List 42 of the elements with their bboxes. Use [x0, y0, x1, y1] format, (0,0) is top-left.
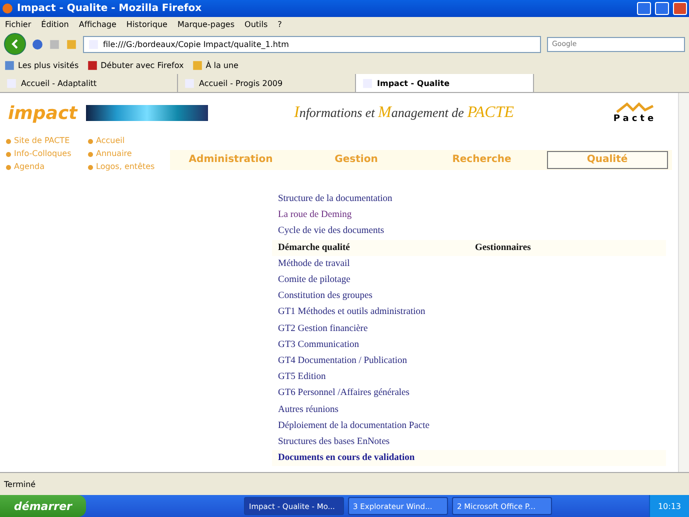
page-link[interactable]: Comite de pilotage: [272, 275, 350, 286]
start-button[interactable]: démarrer: [0, 495, 86, 517]
menu-item[interactable]: Historique: [126, 20, 168, 28]
page-link[interactable]: Autres réunions: [272, 404, 338, 415]
page-link[interactable]: GT3 Communication: [272, 340, 360, 350]
site-logo: impact: [8, 102, 79, 124]
section-heading: Documents en cours de validation: [277, 453, 416, 464]
bookmark-link[interactable]: À la une: [192, 60, 238, 71]
page-link[interactable]: Déploiement de la documentation Pacte: [272, 420, 430, 431]
menu-item[interactable]: ?: [278, 20, 282, 28]
bookmark-link[interactable]: Les plus visités: [4, 60, 79, 71]
scrollbar[interactable]: [678, 93, 689, 472]
page-link[interactable]: GT4 Documentation / Publication: [272, 356, 408, 366]
address-field[interactable]: file:///G:/bordeaux/Copie Impact/qualite_1.htm: [83, 36, 541, 52]
page-link[interactable]: GT2 Gestion financière: [272, 324, 368, 334]
page-link[interactable]: GT6 Personnel /Affaires générales: [272, 388, 410, 398]
page-link[interactable]: La roue de Deming: [272, 210, 352, 220]
back-button[interactable]: [4, 33, 26, 55]
page-link[interactable]: Structure de la documentation: [272, 194, 392, 204]
brand-name: Pacte: [613, 114, 657, 124]
site-headline: Informations et Management de PACTE: [292, 104, 516, 122]
maximize-button[interactable]: [655, 2, 669, 15]
menu-item[interactable]: Affichage: [78, 20, 116, 28]
window-title: Impact - Qualite - Mozilla Firefox: [17, 3, 203, 14]
page-link[interactable]: Structures des bases EnNotes: [272, 436, 390, 447]
close-button[interactable]: [673, 2, 687, 15]
menu-item[interactable]: Fichier: [5, 20, 32, 28]
minimize-button[interactable]: [637, 2, 651, 15]
section-heading: Démarche qualité: [277, 242, 351, 253]
logo-icon: [615, 102, 655, 114]
page-link[interactable]: Constitution des groupes: [272, 291, 372, 302]
menu-item[interactable]: Outils: [244, 20, 268, 28]
clock: 10:13: [658, 502, 681, 510]
menu-item[interactable]: Édition: [41, 20, 69, 28]
page-link[interactable]: Cycle de vie des documents: [272, 226, 384, 236]
bookmark-link[interactable]: Débuter avec Firefox: [86, 60, 184, 71]
page-link[interactable]: GT5 Edition: [272, 372, 326, 382]
page-link[interactable]: Méthode de travail: [272, 258, 350, 269]
page-link[interactable]: GT1 Méthodes et outils administration: [272, 307, 426, 318]
menu-item[interactable]: Marque-pages: [177, 20, 235, 28]
browser-tab[interactable]: Impact - Qualite: [356, 74, 534, 92]
column-heading: Gestionnaires: [474, 242, 532, 253]
